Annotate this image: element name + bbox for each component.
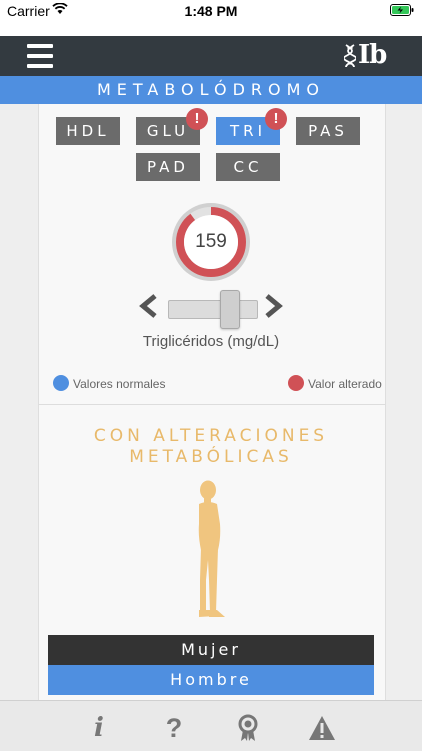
tab-bar bbox=[0, 700, 422, 751]
help-glyph: ? bbox=[165, 713, 183, 743]
alert-badge-glu: ! bbox=[186, 108, 208, 130]
info-glyph: i bbox=[94, 713, 104, 743]
chevron-left-icon[interactable] bbox=[138, 294, 160, 318]
legend-label-altered: Valor alterado bbox=[308, 377, 382, 391]
slider-label: Triglicéridos (mg/dL) bbox=[142, 333, 280, 350]
slider-thumb[interactable] bbox=[220, 290, 240, 329]
logo-text: Ib bbox=[358, 40, 387, 70]
battery-icon bbox=[390, 4, 414, 16]
section-banner: METABOLÓDROMO bbox=[0, 76, 422, 104]
help-icon[interactable]: ? bbox=[159, 714, 189, 742]
nav-bar: Ib bbox=[0, 36, 422, 76]
info-icon[interactable]: i bbox=[84, 714, 114, 742]
gauge-value: 159 bbox=[195, 231, 227, 252]
chip-hdl[interactable]: HDL bbox=[56, 117, 120, 145]
option-female[interactable]: Mujer bbox=[48, 635, 374, 665]
chevron-right-icon[interactable] bbox=[262, 294, 284, 318]
alert-badge-tri: ! bbox=[265, 108, 287, 130]
legend-dot-altered bbox=[288, 375, 304, 391]
body-figure-icon bbox=[198, 480, 225, 617]
section-title: CON ALTERACIONES METABÓLICAS bbox=[0, 426, 422, 468]
chip-cc[interactable]: CC bbox=[216, 153, 280, 181]
dna-icon bbox=[344, 44, 356, 68]
warning-icon[interactable] bbox=[307, 714, 337, 742]
clock: 1:48 PM bbox=[184, 3, 238, 19]
legend-label-normal: Valores normales bbox=[73, 377, 166, 391]
award-icon[interactable] bbox=[233, 714, 263, 742]
chip-pas[interactable]: PAS bbox=[296, 117, 360, 145]
panel-divider bbox=[38, 404, 386, 405]
legend-dot-normal bbox=[53, 375, 69, 391]
option-male[interactable]: Hombre bbox=[48, 665, 374, 695]
slider-track[interactable] bbox=[168, 300, 258, 319]
section-title-line1: CON ALTERACIONES bbox=[93, 426, 329, 446]
menu-icon[interactable] bbox=[27, 44, 53, 68]
section-title-line2: METABÓLICAS bbox=[129, 447, 293, 467]
app-logo: Ib bbox=[344, 40, 387, 70]
status-bar: Carrier 1:48 PM bbox=[0, 0, 422, 36]
chip-pad[interactable]: PAD bbox=[136, 153, 200, 181]
